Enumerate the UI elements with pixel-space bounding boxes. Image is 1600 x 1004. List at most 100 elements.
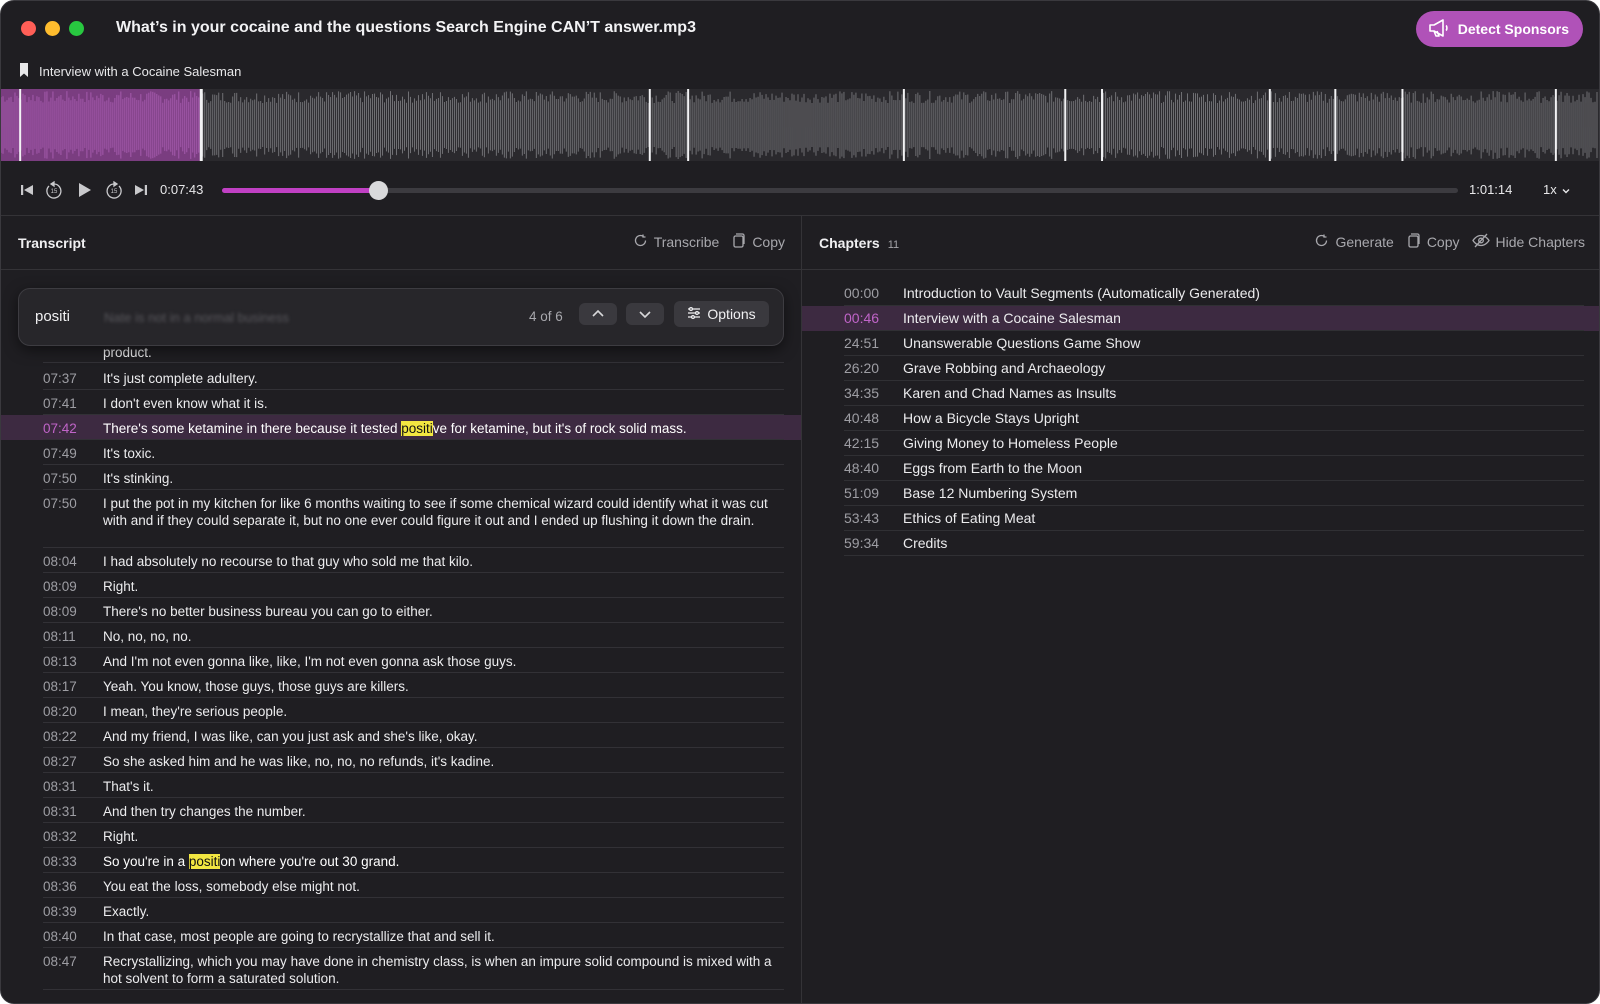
transcript-timestamp[interactable]: 08:22 bbox=[43, 728, 77, 745]
transcript-timestamp[interactable]: 08:40 bbox=[43, 928, 77, 945]
megaphone-icon bbox=[1428, 18, 1450, 41]
transcript-row[interactable]: 08:11 No, no, no, no. bbox=[1, 623, 801, 648]
transcript-row[interactable]: 08:27 So she asked him and he was like, n… bbox=[1, 748, 801, 773]
transcript-timestamp[interactable]: 08:39 bbox=[43, 903, 77, 920]
transcript-timestamp[interactable]: 08:17 bbox=[43, 678, 77, 695]
transcript-title: Transcript bbox=[18, 235, 86, 251]
transcript-row[interactable]: 08:39 Exactly. bbox=[1, 898, 801, 923]
transcript-row[interactable]: 08:47 Recrystallizing, which you may have… bbox=[1, 948, 801, 990]
chapter-row[interactable]: 42:15 Giving Money to Homeless People bbox=[802, 431, 1599, 456]
skip-back-icon bbox=[21, 185, 33, 195]
copy-icon bbox=[1406, 233, 1421, 251]
transcript-text: And my friend, I was like, can you just … bbox=[103, 729, 478, 744]
transcript-list[interactable]: product. 07:37 It's just complete adultery… bbox=[1, 271, 801, 1003]
playback-progress-slider[interactable] bbox=[222, 181, 1458, 200]
options-label: Options bbox=[707, 306, 756, 322]
zoom-window-button[interactable] bbox=[69, 21, 84, 36]
transcript-row[interactable]: 08:09 There's no better business bureau y… bbox=[1, 598, 801, 623]
transcript-row[interactable]: 08:32 Right. bbox=[1, 823, 801, 848]
transcript-timestamp[interactable]: 08:09 bbox=[43, 603, 77, 620]
transcript-timestamp[interactable]: 08:04 bbox=[43, 553, 77, 570]
progress-fill bbox=[222, 188, 379, 193]
chapter-marker bbox=[687, 89, 690, 161]
hide-chapters-button[interactable]: Hide Chapters bbox=[1471, 233, 1585, 251]
transcript-row[interactable]: 08:04 I had absolutely no recourse to tha… bbox=[1, 548, 801, 573]
copy-transcript-button[interactable]: Copy bbox=[731, 233, 785, 251]
close-window-button[interactable] bbox=[21, 21, 36, 36]
previous-chapter-button[interactable] bbox=[18, 181, 36, 199]
transcript-timestamp[interactable]: 08:47 bbox=[43, 953, 77, 970]
chapter-row[interactable]: 48:40 Eggs from Earth to the Moon bbox=[802, 456, 1599, 481]
chevron-down-icon bbox=[1560, 182, 1570, 197]
previous-match-button[interactable] bbox=[579, 303, 617, 325]
row-separator bbox=[844, 555, 1584, 556]
chapter-row[interactable]: 24:51 Unanswerable Questions Game Show bbox=[802, 331, 1599, 356]
chapter-row[interactable]: 51:09 Base 12 Numbering System bbox=[802, 481, 1599, 506]
minimize-window-button[interactable] bbox=[45, 21, 60, 36]
chapters-title: Chapters 11 bbox=[819, 235, 900, 251]
transcript-row[interactable]: 08:13 And I'm not even gonna like, like, … bbox=[1, 648, 801, 673]
text-after-match: on where you're out 30 grand. bbox=[220, 854, 400, 869]
transcript-timestamp[interactable]: 07:49 bbox=[43, 445, 77, 462]
transcript-row[interactable]: 08:33 So you're in a position where you'r… bbox=[1, 848, 801, 873]
chapter-row[interactable]: 40:48 How a Bicycle Stays Upright bbox=[802, 406, 1599, 431]
chapter-marker bbox=[648, 89, 651, 161]
refresh-icon bbox=[633, 233, 648, 251]
transcript-timestamp[interactable]: 08:09 bbox=[43, 578, 77, 595]
transcript-row[interactable]: 07:42 There's some ketamine in there beca… bbox=[1, 415, 801, 440]
transcript-timestamp[interactable]: 07:50 bbox=[43, 495, 77, 512]
chapter-row[interactable]: 26:20 Grave Robbing and Archaeology bbox=[802, 356, 1599, 381]
transcript-text: So you're in a position where you're out… bbox=[103, 853, 773, 870]
transcript-row[interactable]: 08:22 And my friend, I was like, can you … bbox=[1, 723, 801, 748]
transcript-timestamp[interactable]: 08:36 bbox=[43, 878, 77, 895]
transcript-timestamp[interactable]: 08:31 bbox=[43, 803, 77, 820]
transcript-timestamp[interactable]: 08:33 bbox=[43, 853, 77, 870]
rewind-15-button[interactable]: 15 bbox=[45, 180, 63, 199]
transcript-row[interactable]: 08:36 You eat the loss, somebody else mig… bbox=[1, 873, 801, 898]
detect-sponsors-button[interactable]: Detect Sponsors bbox=[1415, 11, 1583, 47]
chapter-row[interactable]: 00:00 Introduction to Vault Segments (Aut… bbox=[802, 281, 1599, 306]
transcript-row[interactable]: 08:31 And then try changes the number. bbox=[1, 798, 801, 823]
transcript-timestamp[interactable]: 08:13 bbox=[43, 653, 77, 670]
transcript-row[interactable]: 08:20 I mean, they're serious people. bbox=[1, 698, 801, 723]
forward-15-button[interactable]: 15 bbox=[105, 180, 123, 199]
generate-chapters-button[interactable]: Generate bbox=[1314, 233, 1394, 251]
transcript-text: I don't even know what it is. bbox=[103, 396, 268, 411]
transcript-timestamp[interactable]: 08:11 bbox=[43, 628, 76, 645]
transcript-row[interactable]: 07:50 It's stinking. bbox=[1, 465, 801, 490]
transcript-row[interactable]: 08:09 Right. bbox=[1, 573, 801, 598]
progress-knob[interactable] bbox=[368, 181, 388, 200]
transcribe-button[interactable]: Transcribe bbox=[633, 233, 719, 251]
transcript-timestamp[interactable]: 07:42 bbox=[43, 420, 77, 437]
chapter-row[interactable]: 53:43 Ethics of Eating Meat bbox=[802, 506, 1599, 531]
play-icon bbox=[79, 183, 91, 197]
row-separator bbox=[43, 989, 784, 990]
transcript-timestamp[interactable]: 08:31 bbox=[43, 778, 77, 795]
play-button[interactable] bbox=[75, 181, 93, 199]
transcript-timestamp[interactable]: 07:41 bbox=[43, 395, 77, 412]
transcript-row[interactable]: 08:40 In that case, most people are going… bbox=[1, 923, 801, 948]
transcript-timestamp[interactable]: 08:32 bbox=[43, 828, 77, 845]
chapter-row[interactable]: 59:34 Credits bbox=[802, 531, 1599, 556]
transcript-row[interactable]: 08:31 That's it. bbox=[1, 773, 801, 798]
playback-speed-menu[interactable]: 1x bbox=[1543, 182, 1570, 197]
chapter-title: Credits bbox=[903, 535, 948, 551]
transcript-row[interactable]: 08:17 Yeah. You know, those guys, those g… bbox=[1, 673, 801, 698]
transcript-row[interactable]: 07:49 It's toxic. bbox=[1, 440, 801, 465]
next-chapter-button[interactable] bbox=[132, 181, 150, 199]
transcript-row[interactable]: 07:50 I put the pot in my kitchen for lik… bbox=[1, 490, 801, 548]
transcript-timestamp[interactable]: 08:20 bbox=[43, 703, 77, 720]
transcript-timestamp[interactable]: 07:50 bbox=[43, 470, 77, 487]
chapter-timestamp: 24:51 bbox=[844, 335, 880, 351]
transcript-row[interactable]: 07:37 It's just complete adultery. bbox=[1, 365, 801, 390]
next-match-button[interactable] bbox=[626, 303, 664, 325]
copy-chapters-button[interactable]: Copy bbox=[1406, 233, 1460, 251]
transcript-timestamp[interactable]: 07:37 bbox=[43, 370, 77, 387]
transcript-row[interactable]: 07:41 I don't even know what it is. bbox=[1, 390, 801, 415]
search-options-button[interactable]: Options bbox=[674, 301, 769, 327]
chapter-row[interactable]: 34:35 Karen and Chad Names as Insults bbox=[802, 381, 1599, 406]
transcript-timestamp[interactable]: 08:27 bbox=[43, 753, 77, 770]
waveform-scrubber[interactable] bbox=[1, 89, 1599, 161]
total-time: 1:01:14 bbox=[1469, 182, 1513, 197]
chapter-row[interactable]: 00:46 Interview with a Cocaine Salesman bbox=[802, 306, 1599, 331]
